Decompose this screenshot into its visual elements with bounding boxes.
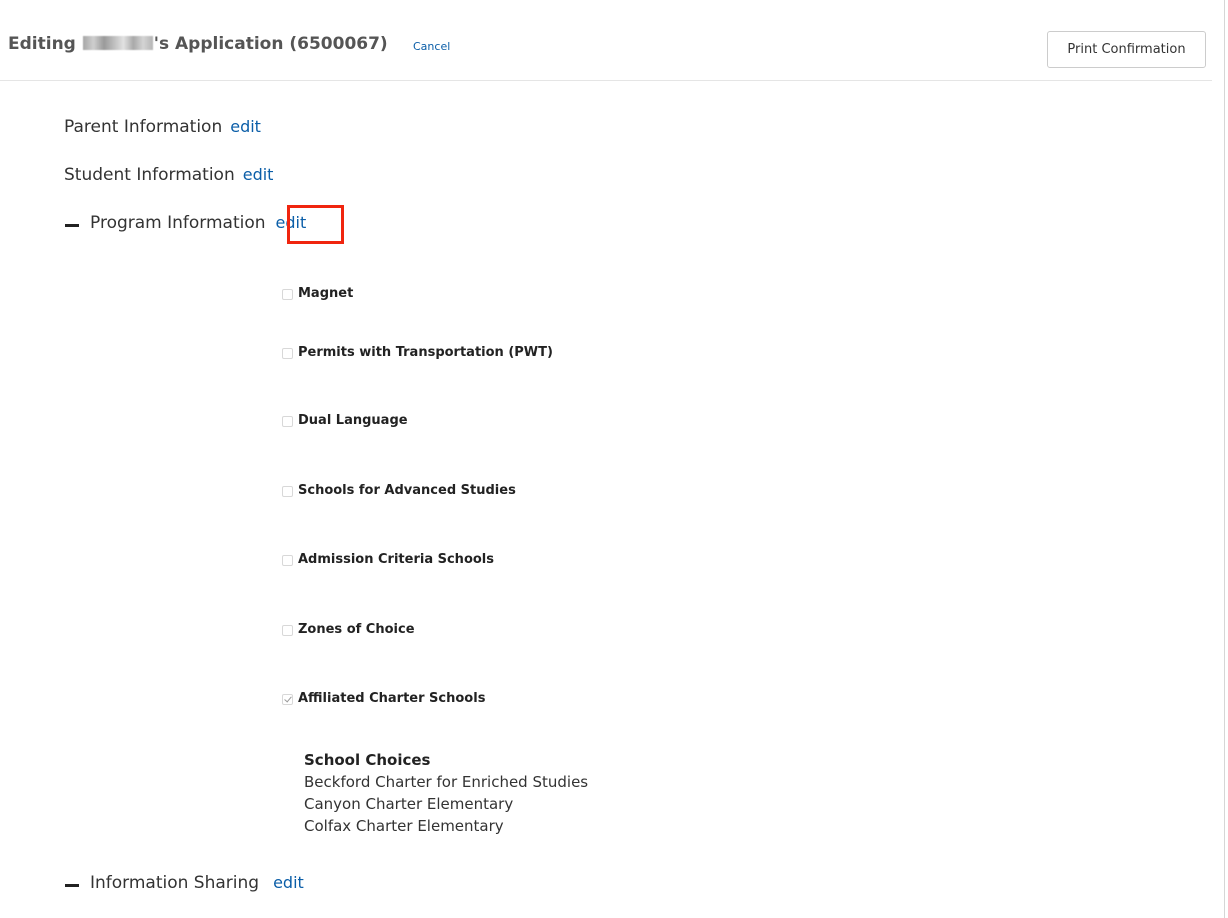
page-header: Editing 's Application (6500067) Cancel …	[0, 0, 1212, 81]
school-choice-item: Beckford Charter for Enriched Studies	[304, 773, 589, 791]
program-label: Schools for Advanced Studies	[298, 483, 516, 498]
school-choice-item: Colfax Charter Elementary	[304, 817, 504, 835]
page-title-suffix: 's Application (6500067)	[153, 34, 388, 54]
section-label: Information Sharing	[90, 873, 260, 893]
print-confirmation-button[interactable]: Print Confirmation	[1047, 31, 1206, 68]
program-checkbox-checked[interactable]	[282, 694, 293, 705]
program-label: Magnet	[298, 286, 354, 301]
program-label: Affiliated Charter Schools	[298, 691, 486, 706]
section-student-information: Student Information edit	[64, 165, 273, 185]
program-label: Permits with Transportation (PWT)	[298, 345, 553, 360]
school-choices-list: School Choices Beckford Charter for Enri…	[304, 749, 588, 837]
highlight-annotation-box	[287, 205, 344, 244]
program-label: Dual Language	[298, 413, 408, 428]
program-checkbox[interactable]	[282, 625, 293, 636]
redacted-student-name	[82, 36, 153, 50]
program-checkbox[interactable]	[282, 289, 293, 300]
collapse-minus-icon[interactable]	[65, 224, 79, 227]
section-label: Parent Information	[64, 117, 223, 137]
section-parent-information: Parent Information edit	[64, 117, 261, 137]
program-checkbox[interactable]	[282, 416, 293, 427]
page-title-prefix: Editing	[8, 34, 76, 54]
cancel-link[interactable]: Cancel	[413, 40, 450, 53]
section-information-sharing: Information Sharing edit	[90, 873, 304, 893]
section-label: Program Information	[90, 213, 266, 233]
section-program-information: Program Information edit	[90, 213, 306, 233]
edit-information-sharing-link[interactable]: edit	[273, 873, 304, 892]
school-choices-title: School Choices	[304, 751, 431, 769]
program-checkbox[interactable]	[282, 555, 293, 566]
program-checkbox[interactable]	[282, 486, 293, 497]
edit-student-information-link[interactable]: edit	[243, 165, 274, 184]
edit-parent-information-link[interactable]: edit	[230, 117, 261, 136]
page-title: Editing 's Application (6500067)	[8, 34, 388, 54]
school-choice-item: Canyon Charter Elementary	[304, 795, 514, 813]
program-checkbox[interactable]	[282, 348, 293, 359]
scrollbar-track	[1224, 0, 1225, 918]
program-label: Zones of Choice	[298, 622, 415, 637]
collapse-minus-icon[interactable]	[65, 884, 79, 887]
section-label: Student Information	[64, 165, 235, 185]
program-label: Admission Criteria Schools	[298, 552, 494, 567]
